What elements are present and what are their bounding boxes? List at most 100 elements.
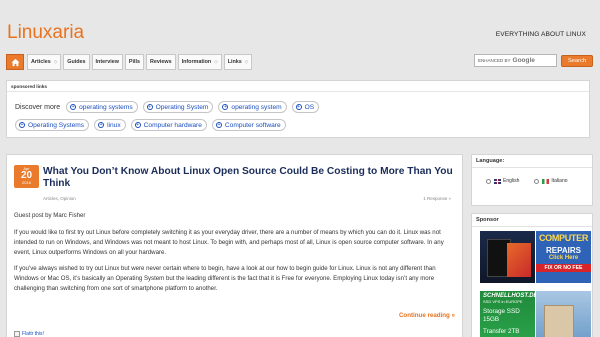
- site-title[interactable]: Linuxaria: [7, 22, 84, 44]
- nav-item-label: Guides: [67, 59, 86, 65]
- nav-item-information[interactable]: Information ◇: [177, 54, 222, 70]
- language-label: English: [503, 178, 520, 184]
- discover-more-label: Discover more: [15, 103, 61, 111]
- uk-flag-icon: [494, 178, 501, 184]
- ad-chip[interactable]: + OS: [291, 101, 320, 113]
- post-article: Apr 20 2016 What You Don’t Know About Li…: [6, 154, 463, 337]
- plus-icon: +: [146, 104, 153, 110]
- ad-row: Discover more + operating systems + Operat…: [15, 101, 324, 113]
- language-title: Language:: [476, 158, 505, 164]
- search-form: ENHANCED BY Google Search: [474, 54, 593, 67]
- broken-image-icon: [14, 331, 20, 337]
- post-body: Guest post by Marc Fisher If you would l…: [14, 211, 460, 301]
- home-icon: [10, 58, 20, 66]
- language-label: Italiano: [551, 178, 568, 184]
- ad-chip[interactable]: + Operating Systems: [15, 119, 90, 131]
- sponsor-title: Sponsor: [476, 217, 499, 223]
- radio-button[interactable]: [486, 178, 491, 184]
- nav-home-button[interactable]: [6, 54, 24, 70]
- ad-chip-label: operating system: [231, 103, 282, 111]
- nav-item-reviews[interactable]: Reviews: [146, 54, 176, 70]
- ad-text: REPAIRS: [546, 246, 581, 255]
- nav-item-label: Articles: [31, 59, 51, 65]
- ad-chip-label: linux: [107, 121, 121, 129]
- post-title[interactable]: What You Don’t Know About Linux Open Sou…: [43, 166, 459, 190]
- date-badge: Apr 20 2016: [14, 165, 39, 188]
- ad-text: FIX OR NO FEE: [536, 264, 591, 272]
- ad-chip-label: Computer software: [224, 121, 281, 129]
- post-categories[interactable]: Articles, Opinion: [43, 196, 76, 201]
- flattr-button[interactable]: Flattr this!: [14, 331, 44, 337]
- language-widget: Language: English Italiano: [471, 154, 593, 206]
- nav-item-pills[interactable]: Pills: [124, 54, 144, 70]
- nav-item-label: Links: [227, 59, 242, 65]
- nav-item-label: Information: [181, 59, 212, 65]
- ad-text: Click Here: [548, 255, 579, 261]
- ad-chip-label: Operating System: [155, 103, 209, 111]
- search-placeholder: ENHANCED BY: [478, 58, 511, 63]
- divider: [472, 167, 592, 168]
- divider: [7, 91, 589, 92]
- language-option-italiano[interactable]: Italiano: [534, 178, 568, 184]
- site-tagline: EVERYTHING ABOUT LINUX: [495, 31, 586, 38]
- search-input[interactable]: ENHANCED BY Google: [474, 54, 557, 67]
- nav-item-label: Interview: [95, 59, 119, 65]
- radio-button[interactable]: [534, 178, 540, 184]
- plus-icon: +: [70, 104, 77, 110]
- ad-chip[interactable]: + Computer software: [211, 119, 286, 131]
- post-paragraph: Guest post by Marc Fisher: [14, 212, 86, 219]
- building-image: [544, 305, 574, 337]
- ad-chip-label: operating systems: [79, 103, 133, 111]
- chevron-down-icon: ◇: [53, 59, 58, 64]
- flattr-label: Flattr this!: [22, 331, 44, 337]
- plus-icon: +: [134, 122, 141, 128]
- italy-flag-icon: [542, 178, 550, 184]
- ad-chip-label: Computer hardware: [143, 121, 202, 129]
- continue-reading-link[interactable]: Continue reading »: [399, 312, 455, 319]
- building-ad-banner[interactable]: [536, 291, 591, 337]
- nav-item-articles[interactable]: Articles ◇: [27, 54, 62, 70]
- date-year: 2016: [22, 180, 31, 185]
- sponsored-links-box: sponsored links Discover more + operating…: [6, 80, 590, 138]
- plus-icon: +: [19, 122, 25, 128]
- post-paragraph: If you would like to first try out Linux…: [14, 228, 444, 256]
- ad-chip[interactable]: + linux: [94, 119, 126, 131]
- ad-chip[interactable]: + Operating System: [142, 101, 214, 113]
- plus-icon: +: [222, 104, 229, 110]
- chevron-down-icon: ◇: [214, 59, 218, 64]
- ad-text: SSD VPS in EUROPE: [483, 299, 523, 304]
- ad-text: COMPUTER: [538, 233, 589, 243]
- ad-chip[interactable]: + operating systems: [66, 101, 138, 113]
- tablet-ad-banner[interactable]: [480, 231, 535, 283]
- ssd-vps-ad-banner[interactable]: SCHNELLHOST.DE SSD VPS in EUROPE Storage…: [480, 291, 538, 337]
- ad-chip[interactable]: + Computer hardware: [130, 119, 207, 131]
- plus-icon: +: [295, 104, 302, 110]
- tablet-image: [507, 243, 531, 277]
- nav-item-label: Pills: [128, 59, 140, 65]
- plus-icon: +: [215, 122, 222, 128]
- chevron-down-icon: ◇: [244, 59, 249, 64]
- nav-item-guides[interactable]: Guides: [63, 54, 90, 70]
- nav-item-links[interactable]: Links ◇: [223, 54, 253, 70]
- language-option-english[interactable]: English: [486, 178, 519, 184]
- nav-item-label: Reviews: [150, 59, 172, 65]
- sponsor-widget: Sponsor COMPUTER REPAIRS Click Here FIX …: [471, 213, 593, 337]
- sponsored-label: sponsored links: [11, 84, 47, 89]
- ad-text: Transfer 2TB: [483, 328, 520, 335]
- ad-chip-label: Operating Systems: [28, 121, 85, 129]
- computer-repairs-ad-banner[interactable]: COMPUTER REPAIRS Click Here FIX OR NO FE…: [536, 231, 591, 283]
- language-options: English Italiano: [486, 178, 592, 184]
- nav-item-interview[interactable]: Interview: [91, 54, 123, 70]
- ad-chip-label: OS: [304, 103, 315, 111]
- post-comments-link[interactable]: 1 Response »: [423, 196, 451, 201]
- google-logo: Google: [512, 57, 535, 64]
- search-button[interactable]: Search: [561, 54, 593, 67]
- ad-chip[interactable]: + operating system: [218, 101, 287, 113]
- ad-row: + Operating Systems + linux + Computer hard…: [15, 119, 291, 131]
- ad-text: Storage SSD 15GB: [483, 308, 520, 323]
- post-paragraph: If you’ve always wished to try out Linux…: [14, 265, 436, 292]
- main-nav: Articles ◇ Guides Interview Pills Review…: [6, 54, 254, 70]
- divider: [472, 226, 592, 227]
- plus-icon: +: [98, 122, 105, 128]
- date-day: 20: [20, 170, 33, 181]
